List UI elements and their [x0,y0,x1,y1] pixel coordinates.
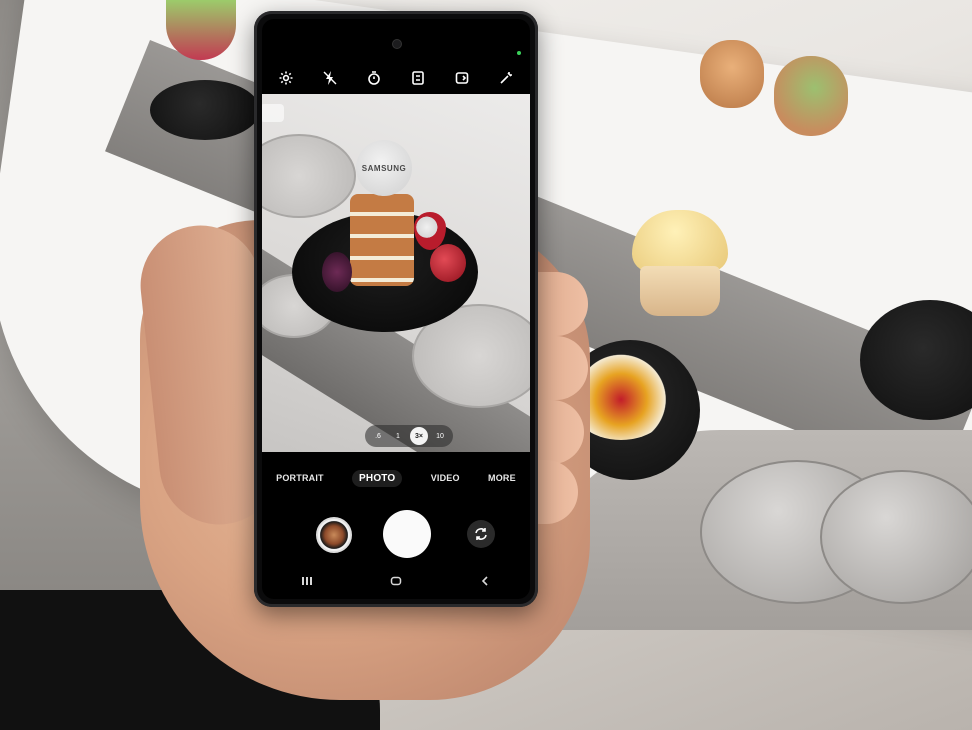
timer-icon[interactable] [364,68,384,88]
viewfinder-icon [262,104,284,122]
mode-photo[interactable]: PHOTO [352,469,403,487]
zoom-option-1[interactable]: 1 [390,428,406,444]
phone-screen: SAMSUNG .6 1 3× 10 PORTRAIT PHOTO VIDEO … [262,19,530,599]
brand-sign: SAMSUNG [356,140,412,196]
aspect-ratio-icon[interactable] [408,68,428,88]
filters-icon[interactable] [496,68,516,88]
pastry [774,56,848,136]
camera-controls [262,507,530,563]
shutter-button[interactable] [383,510,431,558]
berry-cluster [322,252,352,292]
mode-video[interactable]: VIDEO [431,473,460,483]
camera-mode-tabs: PORTRAIT PHOTO VIDEO MORE [262,467,530,489]
android-nav-bar [262,569,530,593]
flash-off-icon[interactable] [320,68,340,88]
camera-viewfinder[interactable]: SAMSUNG .6 1 3× 10 [262,94,530,452]
mode-more[interactable]: MORE [488,473,516,483]
gallery-thumbnail[interactable] [316,517,352,553]
home-icon[interactable] [385,572,407,590]
back-icon[interactable] [474,572,496,590]
recents-icon[interactable] [296,572,318,590]
viewfinder-disc [262,134,356,218]
cupcake [632,210,728,316]
smartphone: SAMSUNG .6 1 3× 10 PORTRAIT PHOTO VIDEO … [254,11,538,607]
camera-top-bar [262,19,530,94]
motion-photo-icon[interactable] [452,68,472,88]
belt-disc [820,470,972,604]
pastry [700,40,764,108]
dessert-plate [150,80,260,140]
zoom-option-3[interactable]: 3× [410,427,428,445]
settings-icon[interactable] [276,68,296,88]
zoom-option-0.6[interactable]: .6 [370,428,386,444]
mode-portrait[interactable]: PORTRAIT [276,473,324,483]
zoom-option-10[interactable]: 10 [432,428,448,444]
strawberry [430,244,466,282]
layer-cake [350,194,414,286]
switch-camera-icon[interactable] [467,520,495,548]
zoom-selector: .6 1 3× 10 [365,425,453,447]
